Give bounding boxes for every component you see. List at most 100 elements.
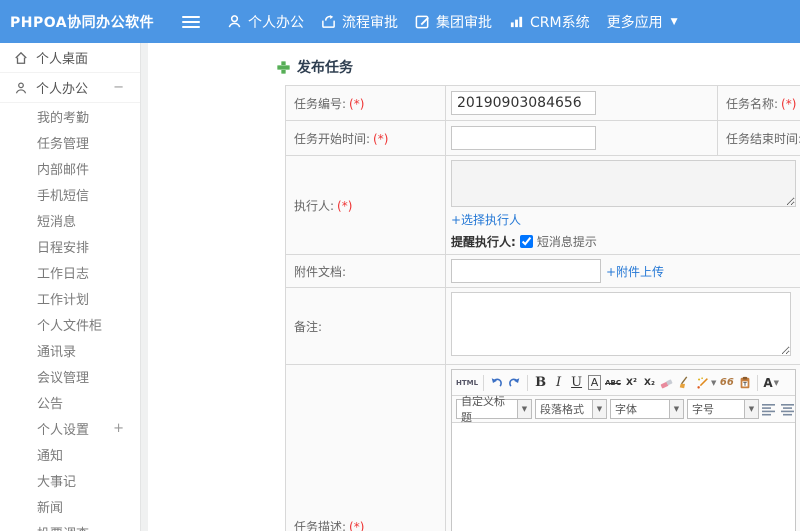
- font-size-select[interactable]: 字号 ▼: [687, 399, 759, 419]
- strikethrough-button[interactable]: ABC: [605, 373, 621, 393]
- required-mark: (*): [781, 96, 797, 111]
- start-time-input[interactable]: [451, 126, 596, 150]
- bold-button[interactable]: B: [533, 373, 548, 393]
- attachment-label: 附件文档:: [294, 264, 347, 279]
- underline-button[interactable]: U: [569, 373, 584, 393]
- collapse-icon[interactable]: −: [113, 80, 124, 95]
- user-icon: [228, 15, 241, 28]
- bar-chart-icon: [510, 16, 523, 28]
- sms-remind-option-label: 短消息提示: [536, 235, 597, 249]
- superscript-button[interactable]: X²: [624, 373, 639, 393]
- sidebar-item-personal-desktop[interactable]: 个人桌面: [0, 43, 140, 73]
- page-title: 发布任务: [277, 57, 800, 77]
- sidebar-item-personal-settings[interactable]: 个人设置 +: [0, 415, 140, 441]
- sidebar-item-meeting-management[interactable]: 会议管理: [0, 363, 140, 389]
- description-label: 任务描述:: [294, 520, 347, 531]
- attachment-input[interactable]: [451, 259, 601, 283]
- nav-personal-office[interactable]: 个人办公: [227, 12, 304, 32]
- editor-toolbar-row2: 自定义标题 ▼ 段落格式 ▼ 字体 ▼ 字号 ▼: [452, 395, 795, 424]
- subscript-button[interactable]: X₂: [642, 373, 657, 393]
- select-executor-link[interactable]: +选择执行人: [451, 213, 521, 227]
- home-icon: [15, 51, 27, 64]
- required-mark: (*): [349, 520, 365, 531]
- task-name-label: 任务名称:: [726, 96, 779, 111]
- font-family-select[interactable]: 字体 ▼: [610, 399, 684, 419]
- remark-textarea[interactable]: [451, 292, 791, 356]
- row-task-time: 任务开始时间:(*) 任务结束时间:(*): [285, 120, 800, 156]
- font-color-button[interactable]: A ▼: [763, 373, 779, 393]
- sidebar-item-schedule[interactable]: 日程安排: [0, 233, 140, 259]
- sidebar-item-internal-mail[interactable]: 内部邮件: [0, 155, 140, 181]
- nav-workflow-approval[interactable]: 流程审批: [321, 12, 398, 32]
- attachment-upload-link[interactable]: +附件上传: [606, 263, 664, 280]
- person-icon: [15, 81, 27, 93]
- nav-group-approval[interactable]: 集团审批: [415, 12, 492, 32]
- flow-share-icon: [322, 15, 335, 28]
- top-nav: 个人办公 流程审批 集团审批 CRM系统 更多应用 ▼: [182, 12, 678, 32]
- paste-text-icon[interactable]: [737, 373, 752, 393]
- task-number-label: 任务编号:: [294, 96, 347, 111]
- sidebar: 个人桌面 个人办公 − 我的考勤 任务管理 内部邮件 手机短信 短消息 日程安排…: [0, 43, 140, 531]
- chevron-down-icon: ▼: [710, 378, 717, 387]
- sidebar-item-contacts[interactable]: 通讯录: [0, 337, 140, 363]
- blockquote-button[interactable]: 66: [719, 373, 734, 393]
- format-brush-icon[interactable]: [678, 373, 693, 393]
- sms-remind-checkbox[interactable]: [519, 235, 533, 248]
- alignment-buttons: [762, 403, 800, 416]
- editor-content-area[interactable]: [452, 423, 795, 531]
- chevron-down-icon: ▼: [773, 378, 780, 387]
- task-form: 任务编号:(*) 任务名称:(*) 任务开始时间:(*) 任务结束时间:(*) …: [285, 85, 800, 531]
- top-header: PHPOA协同办公软件 个人办公 流程审批 集团审批 CRM系统 更多应用 ▼: [0, 0, 800, 43]
- task-number-input[interactable]: [451, 91, 596, 115]
- edit-square-icon: [415, 15, 429, 29]
- sidebar-item-vote[interactable]: 投票调查: [0, 519, 140, 531]
- sidebar-item-personal-files[interactable]: 个人文件柜: [0, 311, 140, 337]
- start-time-label: 任务开始时间:: [294, 131, 371, 146]
- sidebar-item-short-message[interactable]: 短消息: [0, 207, 140, 233]
- sidebar-item-mobile-sms[interactable]: 手机短信: [0, 181, 140, 207]
- richtext-editor: HTML B I U A ABC X² X₂ ▼ 66 A ▼ 自定义标题 ▼ …: [451, 369, 796, 531]
- required-mark: (*): [337, 198, 353, 213]
- sidebar-item-big-events[interactable]: 大事记: [0, 467, 140, 493]
- page-title-text: 发布任务: [297, 60, 353, 76]
- align-left-icon[interactable]: [762, 403, 776, 416]
- chevron-down-icon: ▼: [744, 400, 758, 418]
- align-center-icon[interactable]: [781, 403, 795, 416]
- sidebar-item-work-plan[interactable]: 工作计划: [0, 285, 140, 311]
- row-description: 任务描述: (*) HTML B I U A ABC X² X₂ ▼ 66 A …: [285, 364, 800, 531]
- undo-icon[interactable]: [489, 373, 504, 393]
- required-mark: (*): [349, 96, 365, 111]
- paragraph-format-select[interactable]: 段落格式 ▼: [535, 399, 607, 419]
- sidebar-item-work-log[interactable]: 工作日志: [0, 259, 140, 285]
- sidebar-item-news[interactable]: 新闻: [0, 493, 140, 519]
- end-time-label: 任务结束时间:: [726, 131, 800, 146]
- autotypeset-button[interactable]: A: [587, 375, 602, 390]
- custom-title-select[interactable]: 自定义标题 ▼: [456, 395, 532, 424]
- remind-executor-label: 提醒执行人:: [451, 235, 516, 249]
- expand-icon[interactable]: +: [113, 421, 124, 436]
- eraser-icon[interactable]: [660, 373, 675, 393]
- sidebar-item-announcement[interactable]: 公告: [0, 389, 140, 415]
- nav-more-apps[interactable]: 更多应用 ▼: [607, 12, 678, 32]
- add-plus-icon: [277, 60, 290, 74]
- italic-button[interactable]: I: [551, 373, 566, 393]
- required-mark: (*): [373, 131, 389, 146]
- sidebar-item-personal-office[interactable]: 个人办公 −: [0, 73, 140, 103]
- sidebar-item-notice[interactable]: 通知: [0, 441, 140, 467]
- chevron-down-icon: ▼: [670, 16, 678, 27]
- nav-crm-system[interactable]: CRM系统: [509, 12, 590, 32]
- redo-icon[interactable]: [507, 373, 522, 393]
- chevron-down-icon: ▼: [669, 400, 683, 418]
- row-executor: 执行人: (*) +选择执行人 提醒执行人: 短消息提示: [285, 155, 800, 255]
- sidebar-item-task-management[interactable]: 任务管理: [0, 129, 140, 155]
- auto-format-wand-icon[interactable]: ▼: [696, 373, 716, 393]
- html-source-button[interactable]: HTML: [456, 373, 478, 393]
- executor-textarea[interactable]: [451, 160, 796, 207]
- hamburger-menu-icon[interactable]: [182, 15, 200, 28]
- row-task-number: 任务编号:(*) 任务名称:(*): [285, 85, 800, 121]
- sidebar-content-divider: [140, 43, 148, 531]
- row-attachment: 附件文档: +附件上传: [285, 254, 800, 288]
- remark-label: 备注:: [294, 319, 323, 334]
- chevron-down-icon: ▼: [592, 400, 606, 418]
- sidebar-item-my-attendance[interactable]: 我的考勤: [0, 103, 140, 129]
